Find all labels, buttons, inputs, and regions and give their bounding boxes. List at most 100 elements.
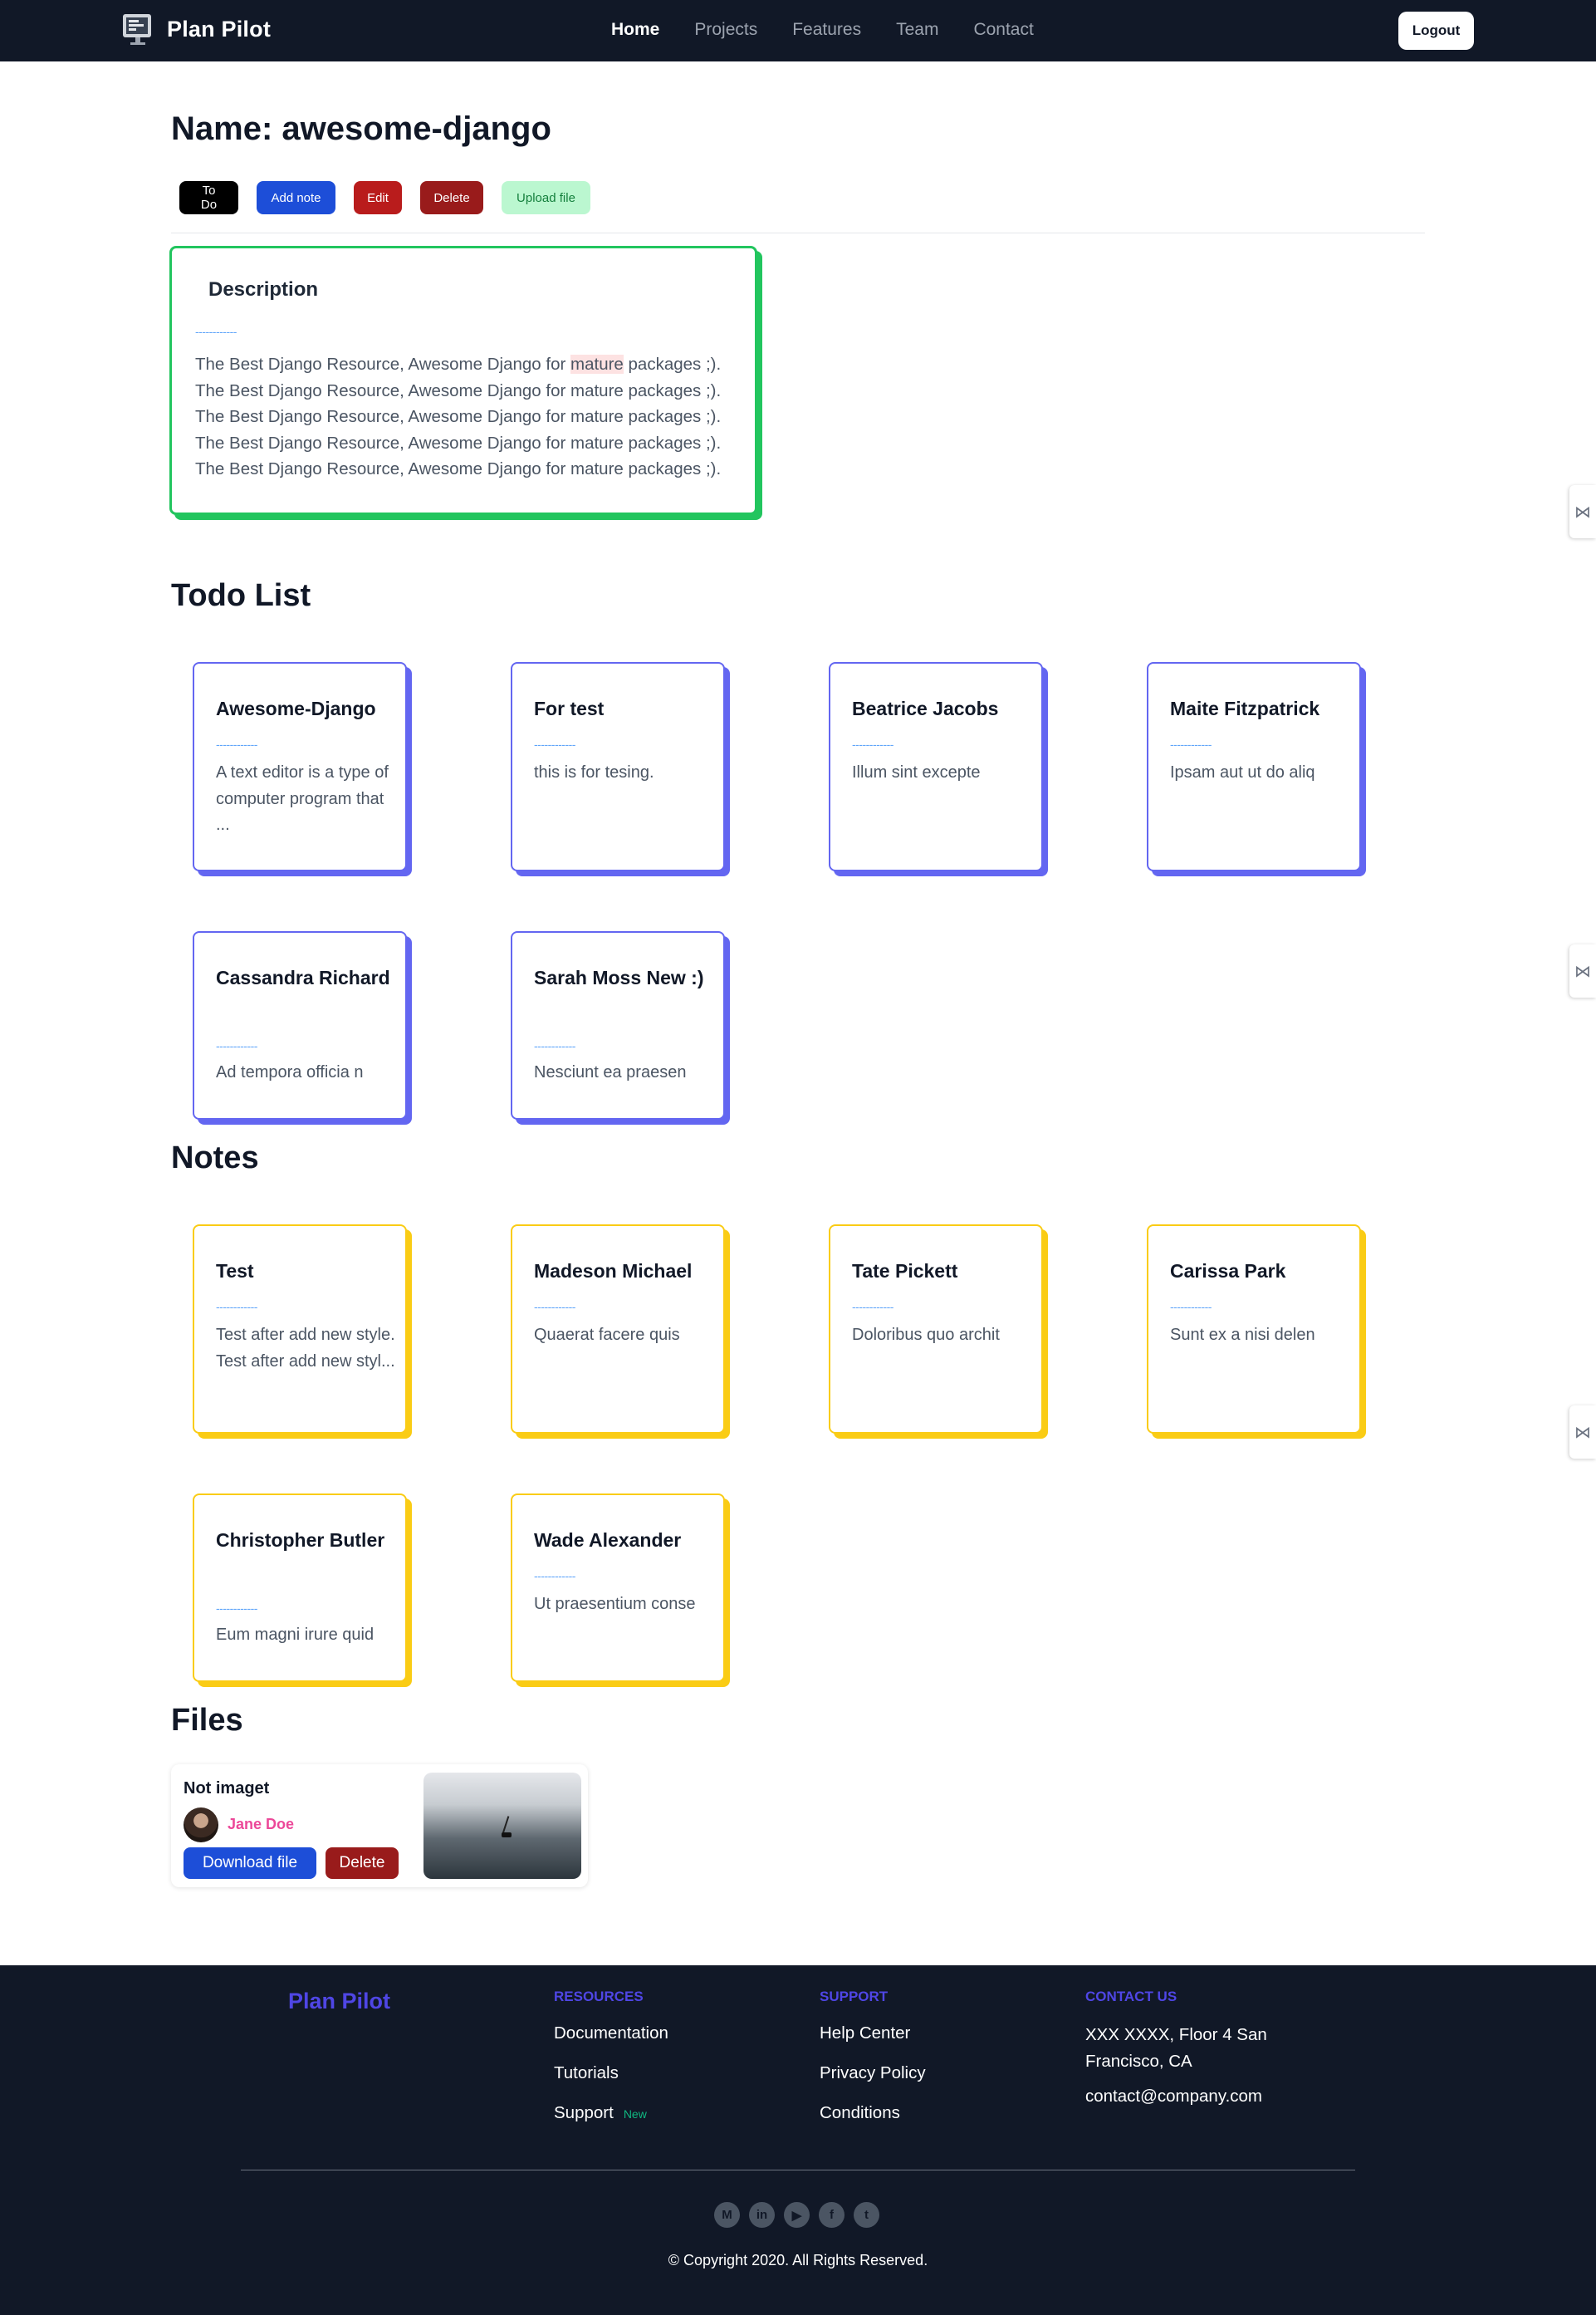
description-line: The Best Django Resource, Awesome Django…: [195, 351, 721, 378]
footer-contact-heading: CONTACT US: [1085, 1989, 1177, 2004]
note-card[interactable]: Christopher Butler ------------ Eum magn…: [193, 1493, 407, 1682]
nav-link-features[interactable]: Features: [792, 20, 861, 40]
todo-card-text: Nesciunt ea praesen: [534, 1063, 687, 1081]
footer-email[interactable]: contact@company.com: [1085, 2087, 1285, 2107]
nav-link-team[interactable]: Team: [896, 20, 938, 40]
footer-support-heading: SUPPORT: [820, 1989, 889, 2004]
facebook-icon[interactable]: f: [819, 2202, 845, 2228]
brand-logo-icon: [120, 12, 155, 47]
file-name: Not imaget: [184, 1779, 270, 1798]
note-card[interactable]: Carissa Park ------------ Sunt ex a nisi…: [1147, 1224, 1361, 1434]
nav-links: Home Projects Features Team Contact: [611, 20, 1034, 40]
note-card-title: Test: [216, 1260, 254, 1282]
footer-link-documentation[interactable]: Documentation: [554, 2022, 668, 2044]
todo-button[interactable]: To Do: [179, 181, 238, 214]
todo-card-text: Illum sint excepte: [852, 763, 981, 782]
description-title: Description: [208, 278, 319, 301]
card-divider: ------------: [534, 1300, 575, 1313]
description-line: The Best Django Resource, Awesome Django…: [195, 433, 722, 453]
todo-card-title: For test: [534, 698, 605, 719]
note-card-text: Doloribus quo archit: [852, 1326, 1000, 1344]
footer-contact: CONTACT US XXX XXXX, Floor 4 San Francis…: [1085, 1989, 1285, 2107]
todo-card-text: Ipsam aut ut do aliq: [1170, 763, 1315, 782]
side-handle-icon[interactable]: ⋈: [1569, 944, 1596, 998]
card-divider: ------------: [534, 738, 575, 751]
todo-card-title: Cassandra Richard: [216, 967, 390, 988]
card-divider: ------------: [852, 1300, 893, 1313]
todo-card[interactable]: Cassandra Richard ------------ Ad tempor…: [193, 931, 407, 1120]
todo-card-text: Ad tempora officia n: [216, 1063, 364, 1081]
file-owner[interactable]: Jane Doe: [228, 1816, 294, 1833]
card-divider: ------------: [534, 1569, 575, 1582]
project-actions: To Do Add note Edit Delete Upload file: [179, 181, 590, 214]
twitter-icon[interactable]: t: [854, 2202, 879, 2228]
nav-link-home[interactable]: Home: [611, 20, 659, 40]
footer-link-support-label: Support: [554, 2103, 614, 2122]
file-thumbnail[interactable]: [423, 1773, 581, 1879]
card-divider: ------------: [216, 1300, 257, 1313]
card-divider: ------------: [1170, 1300, 1212, 1313]
description-line: The Best Django Resource, Awesome Django…: [195, 459, 722, 478]
todo-card[interactable]: Sarah Moss New :) ------------ Nesciunt …: [511, 931, 725, 1120]
logout-button[interactable]: Logout: [1398, 12, 1474, 50]
social-links: M in ▶ f t: [714, 2202, 879, 2228]
medium-icon[interactable]: M: [714, 2202, 740, 2228]
download-file-button[interactable]: Download file: [184, 1847, 316, 1879]
side-handle-icon[interactable]: ⋈: [1569, 485, 1596, 538]
description-divider: ------------: [195, 325, 237, 338]
note-card[interactable]: Wade Alexander ------------ Ut praesenti…: [511, 1493, 725, 1682]
note-card-text: Eum magni irure quid: [216, 1626, 375, 1644]
note-card-text: Test after add new style. Test after add…: [216, 1326, 395, 1371]
footer-brand[interactable]: Plan Pilot: [288, 1989, 390, 2014]
todo-card[interactable]: Maite Fitzpatrick ------------ Ipsam aut…: [1147, 662, 1361, 871]
note-card-title: Carissa Park: [1170, 1260, 1286, 1282]
card-divider: ------------: [216, 1601, 257, 1615]
upload-file-button[interactable]: Upload file: [502, 181, 590, 214]
footer-link-help-center[interactable]: Help Center: [820, 2022, 926, 2044]
youtube-icon[interactable]: ▶: [784, 2202, 810, 2228]
file-card: Not imaget Jane Doe Download file Delete: [171, 1764, 588, 1887]
card-divider: ------------: [216, 1039, 257, 1052]
todo-card[interactable]: Beatrice Jacobs ------------ Illum sint …: [829, 662, 1043, 871]
description-line: The Best Django Resource, Awesome Django…: [195, 407, 722, 426]
highlighted-word: mature: [570, 355, 624, 374]
todo-card-text: this is for tesing.: [534, 763, 654, 782]
todo-card[interactable]: For test ------------ this is for tesing…: [511, 662, 725, 871]
new-badge: New: [623, 2107, 647, 2121]
footer-link-support[interactable]: Support New: [554, 2102, 668, 2126]
card-divider: ------------: [852, 738, 893, 751]
boat-mast: [502, 1816, 510, 1834]
linkedin-icon[interactable]: in: [749, 2202, 775, 2228]
brand[interactable]: Plan Pilot: [120, 12, 271, 47]
note-card-text: Quaerat facere quis: [534, 1326, 680, 1344]
note-card[interactable]: Test ------------ Test after add new sty…: [193, 1224, 407, 1434]
files-heading: Files: [171, 1703, 243, 1738]
delete-file-button[interactable]: Delete: [326, 1847, 399, 1879]
description-card: Description ------------ The Best Django…: [169, 246, 757, 515]
todo-heading: Todo List: [171, 578, 311, 613]
description-line-end: packages ;).: [623, 355, 722, 374]
edit-button[interactable]: Edit: [354, 181, 402, 214]
footer-link-tutorials[interactable]: Tutorials: [554, 2062, 668, 2084]
top-navbar: Plan Pilot Home Projects Features Team C…: [0, 0, 1596, 61]
description-line: The Best Django Resource, Awesome Django…: [195, 380, 722, 400]
notes-heading: Notes: [171, 1140, 259, 1175]
note-card-title: Wade Alexander: [534, 1529, 682, 1551]
add-note-button[interactable]: Add note: [257, 181, 335, 214]
avatar: [184, 1807, 218, 1842]
todo-card[interactable]: Awesome-Django ------------ A text edito…: [193, 662, 407, 871]
nav-link-projects[interactable]: Projects: [694, 20, 757, 40]
nav-link-contact[interactable]: Contact: [973, 20, 1033, 40]
footer: Plan Pilot RESOURCES Documentation Tutor…: [0, 1965, 1596, 2315]
note-card[interactable]: Madeson Michael ------------ Quaerat fac…: [511, 1224, 725, 1434]
side-handle-icon[interactable]: ⋈: [1569, 1405, 1596, 1459]
description-line-start: The Best Django Resource, Awesome Django…: [195, 355, 571, 374]
note-card-title: Christopher Butler: [216, 1529, 385, 1551]
footer-link-privacy-policy[interactable]: Privacy Policy: [820, 2062, 926, 2084]
description-text: The Best Django Resource, Awesome Django…: [195, 351, 721, 483]
delete-button[interactable]: Delete: [420, 181, 483, 214]
footer-support: SUPPORT Help Center Privacy Policy Condi…: [820, 1989, 926, 2141]
todo-card-text: A text editor is a type of computer prog…: [216, 763, 389, 834]
note-card[interactable]: Tate Pickett ------------ Doloribus quo …: [829, 1224, 1043, 1434]
footer-link-conditions[interactable]: Conditions: [820, 2102, 926, 2124]
